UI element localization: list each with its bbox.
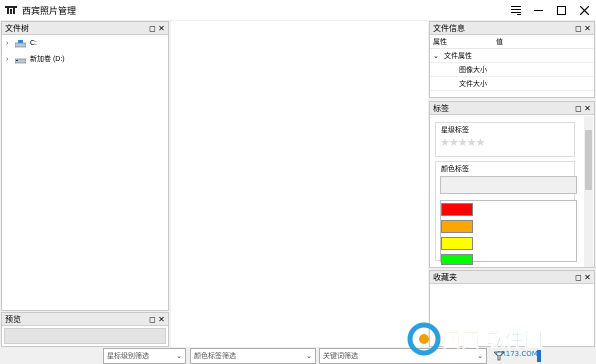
preview-title: 预览 xyxy=(5,314,21,324)
image-view-area[interactable] xyxy=(171,21,428,347)
drive-d-icon xyxy=(14,56,27,63)
chevron-down-icon[interactable]: ⌄ xyxy=(176,352,182,360)
color-filter-placeholder: 颜色标签筛选 xyxy=(194,353,236,360)
star-icon[interactable]: ★ xyxy=(449,137,459,149)
tree-item-c[interactable]: › C: xyxy=(2,35,168,51)
svg-text:西西: 西西 xyxy=(442,329,480,351)
star-tag-label: 星级标签 xyxy=(441,127,469,134)
file-info-pane: 文件信息 ◻ ✕ 属性 值 ⌄ 文件属性 图像大小 文件大小 xyxy=(429,21,595,98)
favorites-title: 收藏夹 xyxy=(433,272,457,282)
tree-item-d[interactable]: › 新加卷 (D:) xyxy=(2,51,168,67)
tree-item-label: 新加卷 (D:) xyxy=(30,56,65,63)
svg-text:CR173.COM: CR173.COM xyxy=(496,350,538,358)
tree-item-label: C: xyxy=(30,39,37,47)
star-tag-section: 星级标签 ★★★★★ xyxy=(435,122,575,157)
file-info-header: 文件信息 ◻ ✕ xyxy=(430,22,594,35)
property-row: 图像大小 xyxy=(430,63,594,77)
float-icon[interactable]: ◻ xyxy=(574,271,583,284)
float-icon[interactable]: ◻ xyxy=(148,22,157,35)
tags-title: 标签 xyxy=(433,103,449,113)
property-group-label: 文件属性 xyxy=(444,52,472,60)
close-button[interactable] xyxy=(573,0,596,20)
float-icon[interactable]: ◻ xyxy=(574,102,583,115)
property-group-row[interactable]: ⌄ 文件属性 xyxy=(430,49,594,63)
watermark-logo: 西西 软件园 CR173.COM xyxy=(404,318,594,358)
property-column-header: 属性 xyxy=(433,38,447,46)
scrollbar-thumb[interactable] xyxy=(585,130,592,190)
file-tree-pane: 文件树 ◻ ✕ › C: › 新加卷 (D:) xyxy=(1,21,169,311)
title-bar: 西宾照片管理 xyxy=(0,0,596,20)
chevron-right-icon[interactable]: › xyxy=(6,40,15,47)
minimize-button[interactable] xyxy=(527,0,550,20)
color-filter-select[interactable]: 颜色标签筛选 ⌄ xyxy=(190,348,316,364)
float-icon[interactable]: ◻ xyxy=(574,22,583,35)
keyword-filter-placeholder: 关键词筛选 xyxy=(323,353,358,360)
menu-icon[interactable] xyxy=(504,0,527,20)
star-filter-select[interactable]: 星标级别筛选 ⌄ xyxy=(103,348,186,364)
app-title: 西宾照片管理 xyxy=(22,5,77,16)
close-icon[interactable]: ✕ xyxy=(157,313,166,326)
tags-header: 标签 ◻ ✕ xyxy=(430,102,594,115)
property-name: 图像大小 xyxy=(459,66,487,74)
preview-area xyxy=(4,328,166,344)
tags-scrollbar[interactable] xyxy=(584,116,593,267)
property-header-row: 属性 值 xyxy=(430,35,594,49)
color-swatch-green[interactable] xyxy=(441,254,473,265)
file-tree-header: 文件树 ◻ ✕ xyxy=(2,22,168,35)
maximize-button[interactable] xyxy=(550,0,573,20)
color-swatch-yellow[interactable] xyxy=(441,237,473,250)
property-name: 文件大小 xyxy=(459,80,487,88)
preview-pane: 预览 ◻ ✕ xyxy=(1,312,169,347)
file-info-title: 文件信息 xyxy=(433,23,465,33)
color-swatch-orange[interactable] xyxy=(441,220,473,233)
property-row: 文件大小 xyxy=(430,77,594,91)
drive-c-icon xyxy=(14,39,27,47)
star-icon[interactable]: ★ xyxy=(440,137,450,149)
chevron-right-icon[interactable]: › xyxy=(6,56,15,63)
float-icon[interactable]: ◻ xyxy=(148,313,157,326)
star-rating[interactable]: ★★★★★ xyxy=(440,136,486,149)
star-icon[interactable]: ★ xyxy=(467,137,477,149)
chevron-down-icon[interactable]: ⌄ xyxy=(306,352,312,360)
star-icon[interactable]: ★ xyxy=(458,137,468,149)
app-logo-icon xyxy=(5,5,17,15)
color-tag-label: 颜色标签 xyxy=(441,166,469,173)
svg-text:软件园: 软件园 xyxy=(486,328,543,351)
color-tag-input[interactable] xyxy=(440,176,577,194)
value-column-header: 值 xyxy=(496,38,503,46)
star-filter-placeholder: 星标级别筛选 xyxy=(107,353,149,360)
file-tree-title: 文件树 xyxy=(5,23,29,33)
close-icon[interactable]: ✕ xyxy=(583,102,592,115)
close-icon[interactable]: ✕ xyxy=(157,22,166,35)
color-swatch-red[interactable] xyxy=(441,203,473,216)
favorites-header: 收藏夹 ◻ ✕ xyxy=(430,271,594,284)
close-icon[interactable]: ✕ xyxy=(583,271,592,284)
preview-header: 预览 ◻ ✕ xyxy=(2,313,168,326)
chevron-down-icon[interactable]: ⌄ xyxy=(430,52,442,60)
star-icon[interactable]: ★ xyxy=(476,137,486,149)
close-icon[interactable]: ✕ xyxy=(583,22,592,35)
